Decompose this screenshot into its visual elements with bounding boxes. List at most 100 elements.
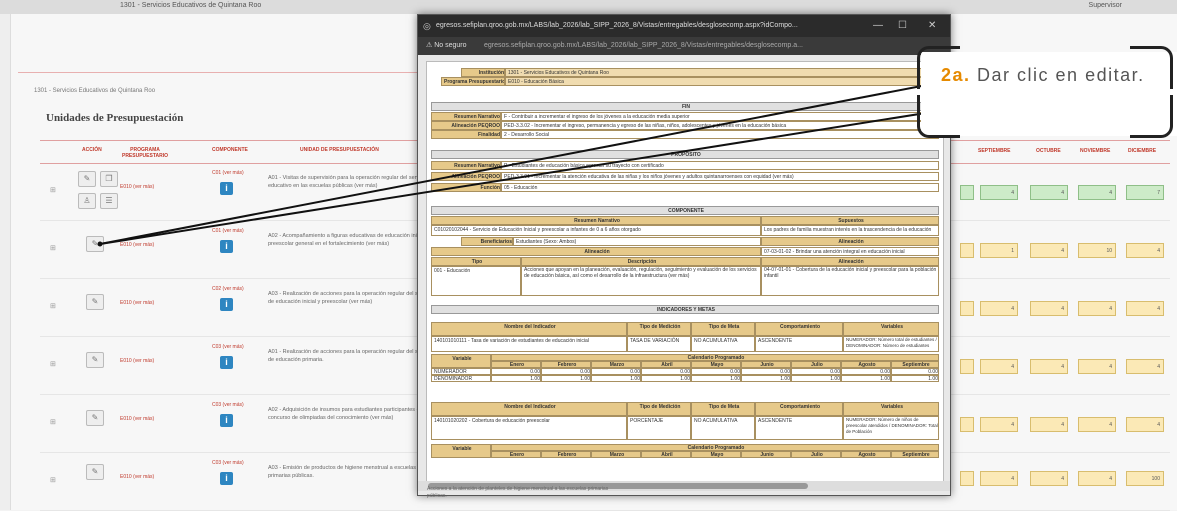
minimize-button[interactable]: — [873, 15, 883, 37]
cal-month: Julio [791, 361, 841, 368]
cal-value: 0.00 [891, 368, 939, 375]
address-bar[interactable]: ⚠ No seguro egresos.sefiplan.qroo.gob.mx… [418, 37, 950, 55]
row-expand-icon[interactable]: ⊞ [50, 244, 56, 252]
cal-value: 1.00 [791, 375, 841, 382]
cal-var: NUMERADOR [431, 368, 491, 375]
ind1-name: 140101010111 - Tasa de variación de estu… [431, 336, 627, 352]
program-link[interactable]: E010 (ver más) [120, 416, 154, 422]
month-cell [960, 243, 974, 258]
cal-month: Agosto [841, 361, 891, 368]
month-cell: 4 [980, 359, 1018, 374]
program-link[interactable]: E010 (ver más) [120, 358, 154, 364]
ind2-col-tipo: Tipo de Medición [627, 402, 691, 416]
component-link[interactable]: C03 (ver más) [212, 402, 244, 408]
page-title: Unidades de Presupuestación [46, 112, 184, 124]
edit-button[interactable]: ✎ [86, 294, 104, 310]
ind1-tipo: TASA DE VARIACIÓN [627, 336, 691, 352]
warning-icon: ⚠ [426, 42, 433, 49]
ind2-col-comp: Comportamiento [755, 402, 843, 416]
ind-col-name: Nombre del Indicador [431, 322, 627, 336]
edit-button[interactable]: ✎ [86, 464, 104, 480]
month-cell: 7 [1126, 185, 1164, 200]
row-expand-icon[interactable]: ⊞ [50, 360, 56, 368]
alineacion-right-header-2: Alineación [761, 257, 939, 266]
month-cell [960, 417, 974, 432]
fin-header: FIN [431, 102, 939, 111]
info-icon[interactable]: i [220, 472, 233, 485]
componente-col1: Resumen Narrativo [431, 216, 761, 225]
program-link[interactable]: E010 (ver más) [120, 184, 154, 190]
component-link[interactable]: C01 (ver más) [212, 228, 244, 234]
callout-instruction: Dar clic en editar. [977, 65, 1145, 85]
cal-value: 1.00 [541, 375, 591, 382]
ind1-comp: ASCENDENTE [755, 336, 843, 352]
address-url[interactable]: egresos.sefiplan.qroo.gob.mx/LABS/lab_20… [484, 37, 934, 55]
edit-button[interactable]: ✎ [78, 171, 96, 187]
month-cell: 4 [1030, 243, 1068, 258]
close-button[interactable]: ✕ [928, 15, 936, 37]
cal-value: 0.00 [691, 368, 741, 375]
cal-col-var: Variable [431, 354, 491, 368]
unit-description: A03 - Realización de acciones para la op… [268, 291, 434, 305]
document-button[interactable]: ☰ [100, 193, 118, 209]
info-icon[interactable]: i [220, 182, 233, 195]
month-cell: 4 [1030, 301, 1068, 316]
maximize-button[interactable]: ☐ [898, 15, 907, 37]
fin-label: Alineación PEQROO [431, 121, 501, 130]
row-expand-icon[interactable]: ⊞ [50, 186, 56, 194]
info-icon[interactable]: i [220, 356, 233, 369]
col-noviembre: NOVIEMBRE [1080, 148, 1111, 154]
fin-label: Finalidad [431, 130, 501, 139]
month-cell: 4 [980, 471, 1018, 486]
cal-value: 0.00 [741, 368, 791, 375]
info-icon[interactable]: i [220, 298, 233, 311]
cal-value: 0.00 [841, 368, 891, 375]
cal2-header: Calendario Programado [491, 444, 939, 451]
month-cell: 4 [1126, 417, 1164, 432]
componente-col2: Supuestos [761, 216, 939, 225]
user-role[interactable]: Supervisor [1089, 2, 1122, 9]
info-icon[interactable]: i [220, 414, 233, 427]
popup-title: egresos.sefiplan.qroo.gob.mx/LABS/lab_20… [436, 22, 798, 29]
institucion-value: 1301 - Servicios Educativos de Quintana … [505, 68, 925, 77]
cal-var: DENOMINADOR [431, 375, 491, 382]
edit-button[interactable]: ✎ [86, 236, 104, 252]
cal-value: 1.00 [691, 375, 741, 382]
month-cell: 4 [1030, 359, 1068, 374]
info-icon[interactable]: i [220, 240, 233, 253]
program-link[interactable]: E010 (ver más) [120, 242, 154, 248]
month-cell: 4 [1078, 185, 1116, 200]
row-expand-icon[interactable]: ⊞ [50, 476, 56, 484]
component-link[interactable]: C03 (ver más) [212, 460, 244, 466]
edit-button[interactable]: ✎ [86, 352, 104, 368]
ind2-col-vars: Variables [843, 402, 939, 416]
cal-month: Septiembre [891, 451, 939, 458]
corner-bracket [917, 95, 960, 138]
component-link[interactable]: C03 (ver más) [212, 344, 244, 350]
cal-month: Agosto [841, 451, 891, 458]
ind2-col-name: Nombre del Indicador [431, 402, 627, 416]
user-button[interactable]: ♙ [78, 193, 96, 209]
cal-month: Enero [491, 361, 541, 368]
cal-header: Calendario Programado [491, 354, 939, 361]
popup-title-bar[interactable]: ◎ egresos.sefiplan.qroo.gob.mx/LABS/lab_… [418, 15, 950, 37]
cal-value: 0.00 [491, 368, 541, 375]
program-link[interactable]: E010 (ver más) [120, 474, 154, 480]
ind-col-vars: Variables [843, 322, 939, 336]
month-cell: 4 [1078, 417, 1116, 432]
cal-month: Mayo [691, 361, 741, 368]
copy-button[interactable]: ❐ [100, 171, 118, 187]
proposito-header: PROPÓSITO [431, 150, 939, 159]
cal-month: Enero [491, 451, 541, 458]
row-expand-icon[interactable]: ⊞ [50, 418, 56, 426]
month-cell [960, 301, 974, 316]
component-link[interactable]: C01 (ver más) [212, 170, 244, 176]
row-expand-icon[interactable]: ⊞ [50, 302, 56, 310]
edit-button[interactable]: ✎ [86, 410, 104, 426]
proposito-label: Resumen Narrativo [431, 161, 501, 170]
proposito-value: PED-3.3.01 - Incrementar la atención edu… [501, 172, 939, 181]
popup-window: ◎ egresos.sefiplan.qroo.gob.mx/LABS/lab_… [417, 14, 951, 496]
program-link[interactable]: E010 (ver más) [120, 300, 154, 306]
component-link[interactable]: C02 (ver más) [212, 286, 244, 292]
institucion-label: Institución [461, 68, 505, 77]
